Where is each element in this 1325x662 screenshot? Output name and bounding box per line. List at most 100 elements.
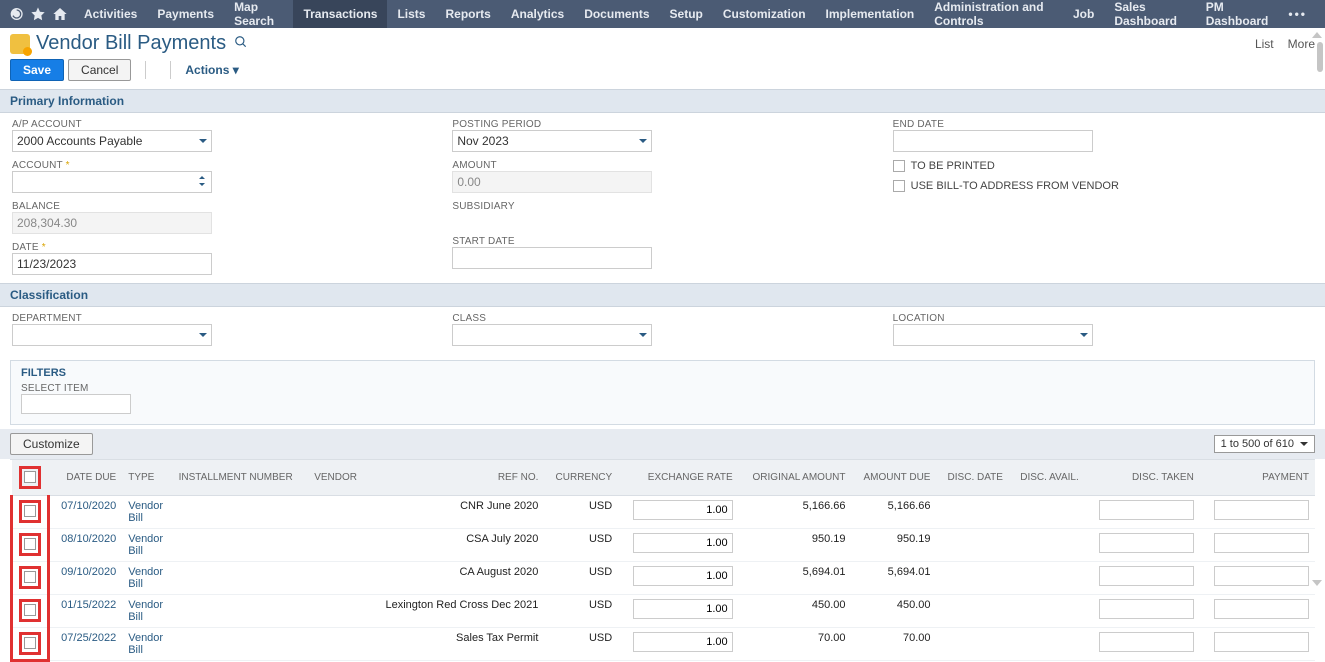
exchange-rate-input[interactable]: [633, 500, 733, 520]
nav-sales-dashboard[interactable]: Sales Dashboard: [1104, 0, 1195, 28]
disc-taken-input[interactable]: [1099, 632, 1194, 652]
search-icon[interactable]: [234, 35, 248, 52]
section-classification: Classification: [0, 283, 1325, 307]
payment-input[interactable]: [1214, 632, 1309, 652]
nav-documents[interactable]: Documents: [574, 0, 659, 28]
date-link[interactable]: 07/10/2020: [61, 500, 116, 512]
nav-reports[interactable]: Reports: [435, 0, 500, 28]
col-vendor[interactable]: VENDOR: [308, 460, 367, 496]
type-link[interactable]: VendorBill: [128, 599, 163, 623]
nav-transactions[interactable]: Transactions: [293, 0, 387, 28]
type-link[interactable]: VendorBill: [128, 632, 163, 656]
location-select[interactable]: [893, 324, 1093, 346]
page-title: Vendor Bill Payments: [36, 32, 226, 55]
pager-select[interactable]: 1 to 500 of 610: [1214, 435, 1315, 453]
payment-input[interactable]: [1214, 533, 1309, 553]
exchange-rate-input[interactable]: [633, 533, 733, 553]
more-link[interactable]: More: [1288, 37, 1315, 51]
col-payment[interactable]: PAYMENT: [1200, 460, 1315, 496]
row-checkbox[interactable]: [24, 604, 36, 616]
row-checkbox[interactable]: [24, 505, 36, 517]
posting-select[interactable]: Nov 2023: [452, 130, 652, 152]
table-row: 08/10/2020VendorBillCSA July 2020USD950.…: [12, 529, 1316, 562]
date-link[interactable]: 07/25/2022: [61, 632, 116, 644]
col-exrate[interactable]: EXCHANGE RATE: [618, 460, 738, 496]
class-label: CLASS: [452, 313, 872, 324]
col-type[interactable]: TYPE: [122, 460, 172, 496]
actions-menu[interactable]: Actions ▾: [185, 63, 238, 77]
col-disctaken[interactable]: DISC. TAKEN: [1085, 460, 1200, 496]
nav-job[interactable]: Job: [1063, 0, 1104, 28]
class-select[interactable]: [452, 324, 652, 346]
filters-title: FILTERS: [21, 367, 1304, 379]
col-amtdue[interactable]: AMOUNT DUE: [852, 460, 937, 496]
col-datedue[interactable]: DATE DUE: [49, 460, 123, 496]
star-icon[interactable]: [30, 4, 46, 24]
payment-input[interactable]: [1214, 566, 1309, 586]
date-link[interactable]: 01/15/2022: [61, 599, 116, 611]
nav-lists[interactable]: Lists: [387, 0, 435, 28]
row-checkbox[interactable]: [24, 538, 36, 550]
enddate-field[interactable]: [893, 130, 1093, 152]
scroll-up-icon[interactable]: [1312, 32, 1322, 38]
filters-panel: FILTERS SELECT ITEM: [10, 360, 1315, 425]
history-icon[interactable]: [8, 4, 24, 24]
nav-customization[interactable]: Customization: [713, 0, 816, 28]
table-row: 07/10/2020VendorBillCNR June 2020USD5,16…: [12, 496, 1316, 529]
list-link[interactable]: List: [1255, 37, 1274, 51]
nav-analytics[interactable]: Analytics: [501, 0, 574, 28]
col-discdate[interactable]: DISC. DATE: [936, 460, 1008, 496]
col-installment[interactable]: INSTALLMENT NUMBER: [173, 460, 309, 496]
disc-taken-input[interactable]: [1099, 500, 1194, 520]
type-link[interactable]: VendorBill: [128, 533, 163, 557]
row-checkbox[interactable]: [24, 571, 36, 583]
usebillto-checkbox[interactable]: USE BILL-TO ADDRESS FROM VENDOR: [893, 180, 1313, 192]
nav-payments[interactable]: Payments: [147, 0, 224, 28]
exchange-rate-input[interactable]: [633, 566, 733, 586]
col-origamt[interactable]: ORIGINAL AMOUNT: [739, 460, 852, 496]
account-select[interactable]: [12, 171, 212, 193]
col-refno[interactable]: REF NO.: [367, 460, 544, 496]
payment-input[interactable]: [1214, 500, 1309, 520]
dept-select[interactable]: [12, 324, 212, 346]
tobeprinted-checkbox[interactable]: TO BE PRINTED: [893, 160, 1313, 172]
date-field[interactable]: 11/23/2023: [12, 253, 212, 275]
balance-label: BALANCE: [12, 201, 432, 212]
nav-administration-and-controls[interactable]: Administration and Controls: [924, 0, 1063, 28]
type-link[interactable]: VendorBill: [128, 566, 163, 590]
row-checkbox[interactable]: [24, 637, 36, 649]
nav-overflow[interactable]: •••: [1278, 7, 1317, 21]
home-icon[interactable]: [52, 4, 68, 24]
divider: [170, 61, 171, 79]
date-link[interactable]: 09/10/2020: [61, 566, 116, 578]
nav-map-search[interactable]: Map Search: [224, 0, 293, 28]
selectitem-input[interactable]: [21, 394, 131, 414]
action-bar: Save Cancel Actions ▾: [0, 57, 1325, 89]
disc-taken-input[interactable]: [1099, 599, 1194, 619]
col-discavail[interactable]: DISC. AVAIL.: [1009, 460, 1085, 496]
disc-taken-input[interactable]: [1099, 566, 1194, 586]
nav-activities[interactable]: Activities: [74, 0, 147, 28]
type-link[interactable]: VendorBill: [128, 500, 163, 524]
scrollbar-thumb[interactable]: [1317, 42, 1323, 72]
col-currency[interactable]: CURRENCY: [544, 460, 618, 496]
disc-taken-input[interactable]: [1099, 533, 1194, 553]
ap-account-select[interactable]: 2000 Accounts Payable: [12, 130, 212, 152]
scroll-down-icon[interactable]: [1312, 580, 1322, 586]
location-label: LOCATION: [893, 313, 1313, 324]
exchange-rate-input[interactable]: [633, 599, 733, 619]
payment-input[interactable]: [1214, 599, 1309, 619]
save-button[interactable]: Save: [10, 59, 64, 81]
date-link[interactable]: 08/10/2020: [61, 533, 116, 545]
startdate-field[interactable]: [452, 247, 652, 269]
exchange-rate-input[interactable]: [633, 632, 733, 652]
ap-account-label: A/P ACCOUNT: [12, 119, 432, 130]
select-all-checkbox[interactable]: [24, 471, 36, 483]
dept-label: DEPARTMENT: [12, 313, 432, 324]
customize-button[interactable]: Customize: [10, 433, 93, 455]
nav-implementation[interactable]: Implementation: [816, 0, 925, 28]
checkbox-icon: [893, 160, 905, 172]
nav-setup[interactable]: Setup: [660, 0, 713, 28]
cancel-button[interactable]: Cancel: [68, 59, 131, 81]
nav-pm-dashboard[interactable]: PM Dashboard: [1196, 0, 1279, 28]
